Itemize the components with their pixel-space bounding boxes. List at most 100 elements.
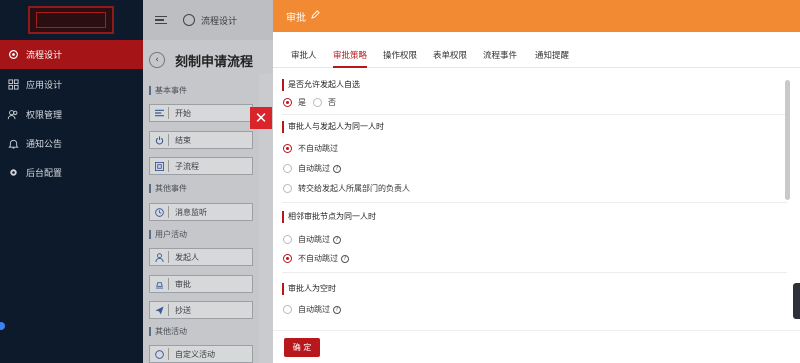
back-button[interactable]: ‹ <box>149 52 165 68</box>
bell-icon <box>0 138 26 149</box>
tab-approvers[interactable]: 审批人 <box>291 49 317 68</box>
tab-process-events[interactable]: 流程事件 <box>483 49 517 68</box>
section-title: 是否允许发起人自选 <box>282 79 360 91</box>
sidebar-item-notices[interactable]: 通知公告 <box>0 129 143 158</box>
tab-operation-permissions[interactable]: 操作权限 <box>383 49 417 68</box>
radio-option[interactable]: 不自动跳过 ? <box>283 253 349 264</box>
status-dot <box>0 322 5 330</box>
section-title: 相邻审批节点为同一人时 <box>282 211 376 223</box>
subprocess-icon <box>150 161 168 171</box>
sidebar-item-process-design[interactable]: 流程设计 <box>0 40 143 69</box>
sidebar-item-backend-config[interactable]: 后台配置 <box>0 158 143 187</box>
footer-divider <box>273 330 800 331</box>
close-drawer-button[interactable]: ✕ <box>250 107 272 129</box>
radio-option[interactable]: 自动跳过 ? <box>283 234 341 245</box>
sidebar-item-label: 通知公告 <box>26 140 63 150</box>
node-label: 自定义活动 <box>175 349 215 359</box>
radio-option[interactable]: 自动跳过 ? <box>283 163 341 174</box>
page-title-row: ‹ 刻制申请流程 <box>143 46 273 74</box>
menu-toggle-icon[interactable] <box>155 15 169 25</box>
option-label: 自动跳过 <box>298 164 330 173</box>
cog-icon <box>0 167 26 178</box>
option-label: 是 <box>298 98 306 107</box>
help-icon[interactable]: ? <box>333 235 341 244</box>
sidebar-item-label: 权限管理 <box>26 111 63 121</box>
confirm-button[interactable]: 确 定 <box>284 338 320 357</box>
node-start[interactable]: 开始 <box>149 104 253 122</box>
node-label: 抄送 <box>175 305 191 315</box>
drawer-title: 审批 <box>286 12 306 24</box>
radio-button[interactable] <box>283 235 292 244</box>
option-label: 自动跳过 <box>298 235 330 244</box>
side-handle[interactable] <box>793 283 800 319</box>
option-label: 不自动跳过 <box>298 254 338 263</box>
sidebar-item-label: 流程设计 <box>26 51 63 61</box>
sidebar-item-app-design[interactable]: 应用设计 <box>0 70 143 99</box>
radio-option[interactable]: 转交给发起人所属部门的负责人 <box>283 183 410 194</box>
radio-button[interactable] <box>283 254 292 263</box>
tab-approval-strategy[interactable]: 审批策略 <box>333 49 368 68</box>
option-label: 不自动跳过 <box>298 144 338 153</box>
custom-icon <box>150 349 168 359</box>
node-label: 审批 <box>175 279 191 289</box>
send-icon <box>150 305 168 315</box>
option-label: 转交给发起人所属部门的负责人 <box>298 184 410 193</box>
users-icon <box>0 109 26 120</box>
sidebar: 流程设计 应用设计 权限管理 通知公告 后台配置 <box>0 0 143 363</box>
node-label: 结束 <box>175 135 191 145</box>
radio-button[interactable] <box>283 305 292 314</box>
radio-option[interactable]: 自动跳过 ? <box>283 304 341 315</box>
edit-icon[interactable] <box>311 10 320 22</box>
help-icon[interactable]: ? <box>333 164 341 173</box>
page-title: 刻制申请流程 <box>175 54 254 70</box>
node-approval[interactable]: 审批 <box>149 275 253 293</box>
tab-notifications[interactable]: 通知提醒 <box>535 49 569 68</box>
scrollbar[interactable] <box>785 80 790 200</box>
breadcrumb: 流程设计 <box>201 16 238 27</box>
radio-button[interactable] <box>283 144 292 153</box>
sidebar-item-permissions[interactable]: 权限管理 <box>0 100 143 129</box>
tab-form-permissions[interactable]: 表单权限 <box>433 49 467 68</box>
drawer-tabs: 审批人 审批策略 操作权限 表单权限 流程事件 通知提醒 <box>273 44 800 68</box>
help-icon[interactable]: ? <box>333 305 341 314</box>
group-label: 其他事件 <box>149 184 187 193</box>
power-icon <box>150 135 168 145</box>
logo <box>28 6 114 34</box>
user-icon <box>150 252 168 262</box>
option-label: 否 <box>328 98 336 107</box>
gear-icon <box>183 14 195 26</box>
radio-button[interactable] <box>313 98 322 107</box>
radio-button[interactable] <box>283 164 292 173</box>
section-title: 审批人为空时 <box>282 283 336 295</box>
radio-option[interactable]: 否 <box>313 97 336 108</box>
node-initiator[interactable]: 发起人 <box>149 248 253 266</box>
option-label: 自动跳过 <box>298 305 330 314</box>
node-end[interactable]: 结束 <box>149 131 253 149</box>
sidebar-item-label: 应用设计 <box>26 81 63 91</box>
divider <box>282 114 787 115</box>
node-custom-activity[interactable]: 自定义活动 <box>149 345 253 363</box>
drawer-header: 审批 <box>273 0 800 32</box>
node-subprocess[interactable]: 子流程 <box>149 157 253 175</box>
node-cc[interactable]: 抄送 <box>149 301 253 319</box>
node-label: 开始 <box>175 108 191 118</box>
list-icon <box>150 109 168 117</box>
close-icon: ✕ <box>254 109 268 127</box>
node-label: 消息监听 <box>175 207 207 217</box>
top-bar: 流程设计 <box>143 0 273 40</box>
node-label: 发起人 <box>175 252 199 262</box>
group-label: 用户活动 <box>149 230 187 239</box>
sidebar-item-label: 后台配置 <box>26 169 63 179</box>
radio-button[interactable] <box>283 98 292 107</box>
radio-button[interactable] <box>283 184 292 193</box>
radio-option[interactable]: 是 <box>283 97 306 108</box>
process-editor-panel: 流程设计 ‹ 刻制申请流程 基本事件 开始 结束 子流程 其他事件 消息监听 用… <box>143 0 273 363</box>
node-label: 子流程 <box>175 161 199 171</box>
approval-drawer: 审批 审批人 审批策略 操作权限 表单权限 流程事件 通知提醒 是否允许发起人自… <box>273 0 800 363</box>
help-icon[interactable]: ? <box>341 254 349 263</box>
section-title: 审批人与发起人为同一人时 <box>282 121 384 133</box>
clock-icon <box>150 207 168 217</box>
radio-option[interactable]: 不自动跳过 <box>283 143 338 154</box>
node-message-listener[interactable]: 消息监听 <box>149 203 253 221</box>
divider <box>282 272 787 273</box>
